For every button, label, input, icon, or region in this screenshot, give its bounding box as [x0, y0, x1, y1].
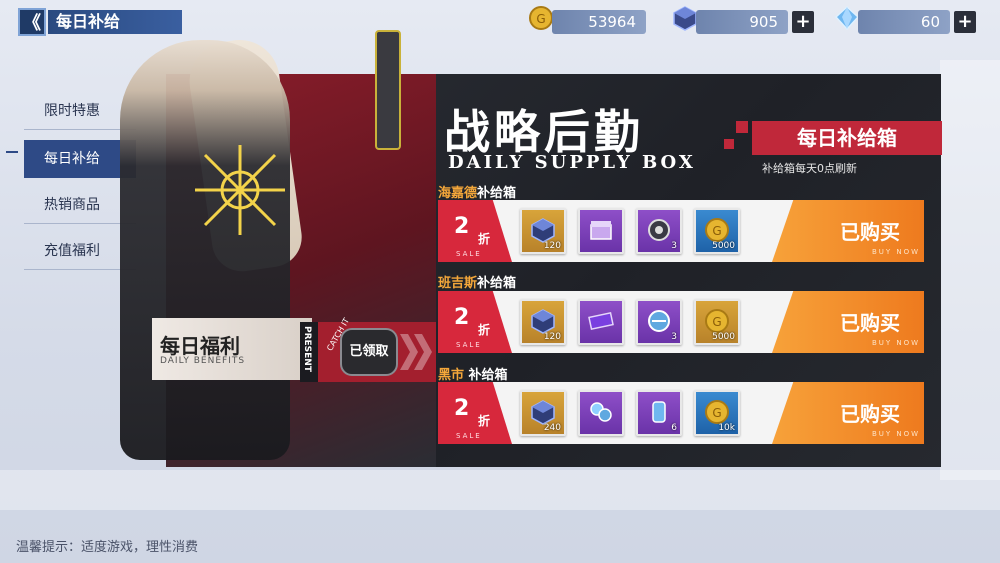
- reward-item-gold[interactable]: G 5000: [694, 299, 740, 345]
- banner-subtitle: DAILY SUPPLY BOX: [448, 152, 696, 173]
- daily-benefit-subtitle: DAILY BENEFITS: [160, 356, 246, 366]
- sale-tag: SALE: [456, 432, 482, 440]
- present-tag: PRESENT: [300, 322, 318, 382]
- supply-row-black-market: 2 折 SALE 240 6 G 10k 已购买 BUY NOW: [438, 382, 924, 444]
- claimed-button[interactable]: 已领取: [340, 328, 398, 376]
- discount-unit: 折: [478, 323, 491, 337]
- supply-suffix: 补给箱: [468, 368, 508, 383]
- buy-now-label: BUY NOW: [872, 430, 921, 438]
- bg-stripe: [940, 60, 1000, 480]
- item-count: 6: [671, 423, 677, 433]
- supply-name: 海嘉德: [438, 186, 478, 201]
- supply-row-haijiade: 2 折 SALE 120 3 G 5000 已购买 BUY NOW: [438, 200, 924, 262]
- crystal-counter: 60: [858, 10, 950, 34]
- purchased-button[interactable]: 已购买 BUY NOW: [772, 382, 924, 444]
- supply-name: 黑市: [438, 368, 465, 383]
- reward-item-gold[interactable]: G 10k: [694, 390, 740, 436]
- daily-benefit-title: 每日福利: [160, 334, 240, 358]
- health-tip: 温馨提示：适度游戏，理性消费: [16, 540, 199, 555]
- purchased-label: 已购买: [840, 311, 900, 335]
- purchased-button[interactable]: 已购买 BUY NOW: [772, 200, 924, 262]
- discount-unit: 折: [478, 232, 491, 246]
- crystal-icon: [834, 5, 860, 31]
- cube-icon: [531, 218, 555, 243]
- item-count: 120: [543, 332, 561, 342]
- active-marker: [6, 151, 18, 153]
- item-count: 240: [543, 423, 561, 433]
- supply-row-label: 班吉斯补给箱: [438, 272, 516, 291]
- spark-effect-icon: [195, 145, 285, 235]
- supply-name: 班吉斯: [438, 276, 478, 291]
- back-button[interactable]: 《: [18, 8, 46, 36]
- bg-stripe: [0, 470, 1000, 510]
- gold-coin-icon: G: [705, 309, 729, 333]
- discount-value: 2: [454, 214, 470, 239]
- refresh-note: 补给箱每天0点刷新: [762, 162, 857, 175]
- cube-icon: [673, 6, 697, 31]
- svg-text:G: G: [712, 224, 721, 238]
- item-count: 3: [671, 332, 677, 342]
- cube-icon: [531, 309, 555, 334]
- back-arrow-icon: 《: [23, 13, 41, 34]
- add-cube-button[interactable]: +: [792, 11, 814, 33]
- pixel-deco: [724, 139, 734, 149]
- item-count: 120: [543, 241, 561, 251]
- reward-item-parts[interactable]: [578, 390, 624, 436]
- gold-coin-icon: G: [529, 6, 553, 30]
- buy-now-label: BUY NOW: [872, 248, 921, 256]
- cube-icon: [531, 400, 555, 425]
- reward-item-cube[interactable]: 240: [520, 390, 566, 436]
- reward-item-gold[interactable]: G 5000: [694, 208, 740, 254]
- supply-row-label: 海嘉德补给箱: [438, 182, 516, 201]
- supply-row-banjisi: 2 折 SALE 120 3 G 5000 已购买 BUY NOW: [438, 291, 924, 353]
- weapon-illustration: [375, 30, 401, 150]
- blueprint-icon: [648, 310, 670, 332]
- svg-text:G: G: [712, 406, 721, 420]
- purchased-label: 已购买: [840, 220, 900, 244]
- sale-tag: SALE: [456, 250, 482, 258]
- item-count: 3: [671, 241, 677, 251]
- reward-item-blueprint[interactable]: 3: [636, 299, 682, 345]
- reward-item-ticket[interactable]: [578, 299, 624, 345]
- buy-now-label: BUY NOW: [872, 339, 921, 347]
- character-illustration: [120, 40, 290, 460]
- gold-coin-icon: G: [705, 400, 729, 424]
- discount-unit: 折: [478, 414, 491, 428]
- daily-supply-badge: 每日补给箱: [752, 121, 942, 155]
- gear-box-icon: [648, 219, 670, 241]
- pixel-deco: [736, 121, 748, 133]
- svg-text:G: G: [712, 315, 721, 329]
- svg-text:G: G: [536, 12, 545, 26]
- purchased-button[interactable]: 已购买 BUY NOW: [772, 291, 924, 353]
- supply-suffix: 补给箱: [477, 186, 517, 201]
- reward-item-cube[interactable]: 120: [520, 299, 566, 345]
- present-label: PRESENT: [302, 326, 312, 372]
- discount-value: 2: [454, 305, 470, 330]
- gold-coin-icon: G: [705, 218, 729, 242]
- purchased-label: 已购买: [840, 402, 900, 426]
- chest-icon: [590, 221, 612, 240]
- item-count: 5000: [712, 241, 735, 251]
- add-crystal-button[interactable]: +: [954, 11, 976, 33]
- reward-item-canister[interactable]: 6: [636, 390, 682, 436]
- ticket-icon: [588, 311, 614, 331]
- parts-icon: [590, 402, 612, 422]
- item-count: 10k: [718, 423, 735, 433]
- sale-tag: SALE: [456, 341, 482, 349]
- chevron-stripes-icon: [400, 334, 432, 370]
- item-count: 5000: [712, 332, 735, 342]
- supply-row-label: 黑市 补给箱: [438, 364, 508, 383]
- reward-item-gear-box[interactable]: 3: [636, 208, 682, 254]
- reward-item-chest[interactable]: [578, 208, 624, 254]
- supply-suffix: 补给箱: [477, 276, 517, 291]
- gold-counter: 53964: [552, 10, 646, 34]
- page-title: 每日补给: [48, 10, 182, 34]
- cube-counter: 905: [696, 10, 788, 34]
- canister-icon: [652, 401, 666, 423]
- reward-item-cube[interactable]: 120: [520, 208, 566, 254]
- discount-value: 2: [454, 396, 470, 421]
